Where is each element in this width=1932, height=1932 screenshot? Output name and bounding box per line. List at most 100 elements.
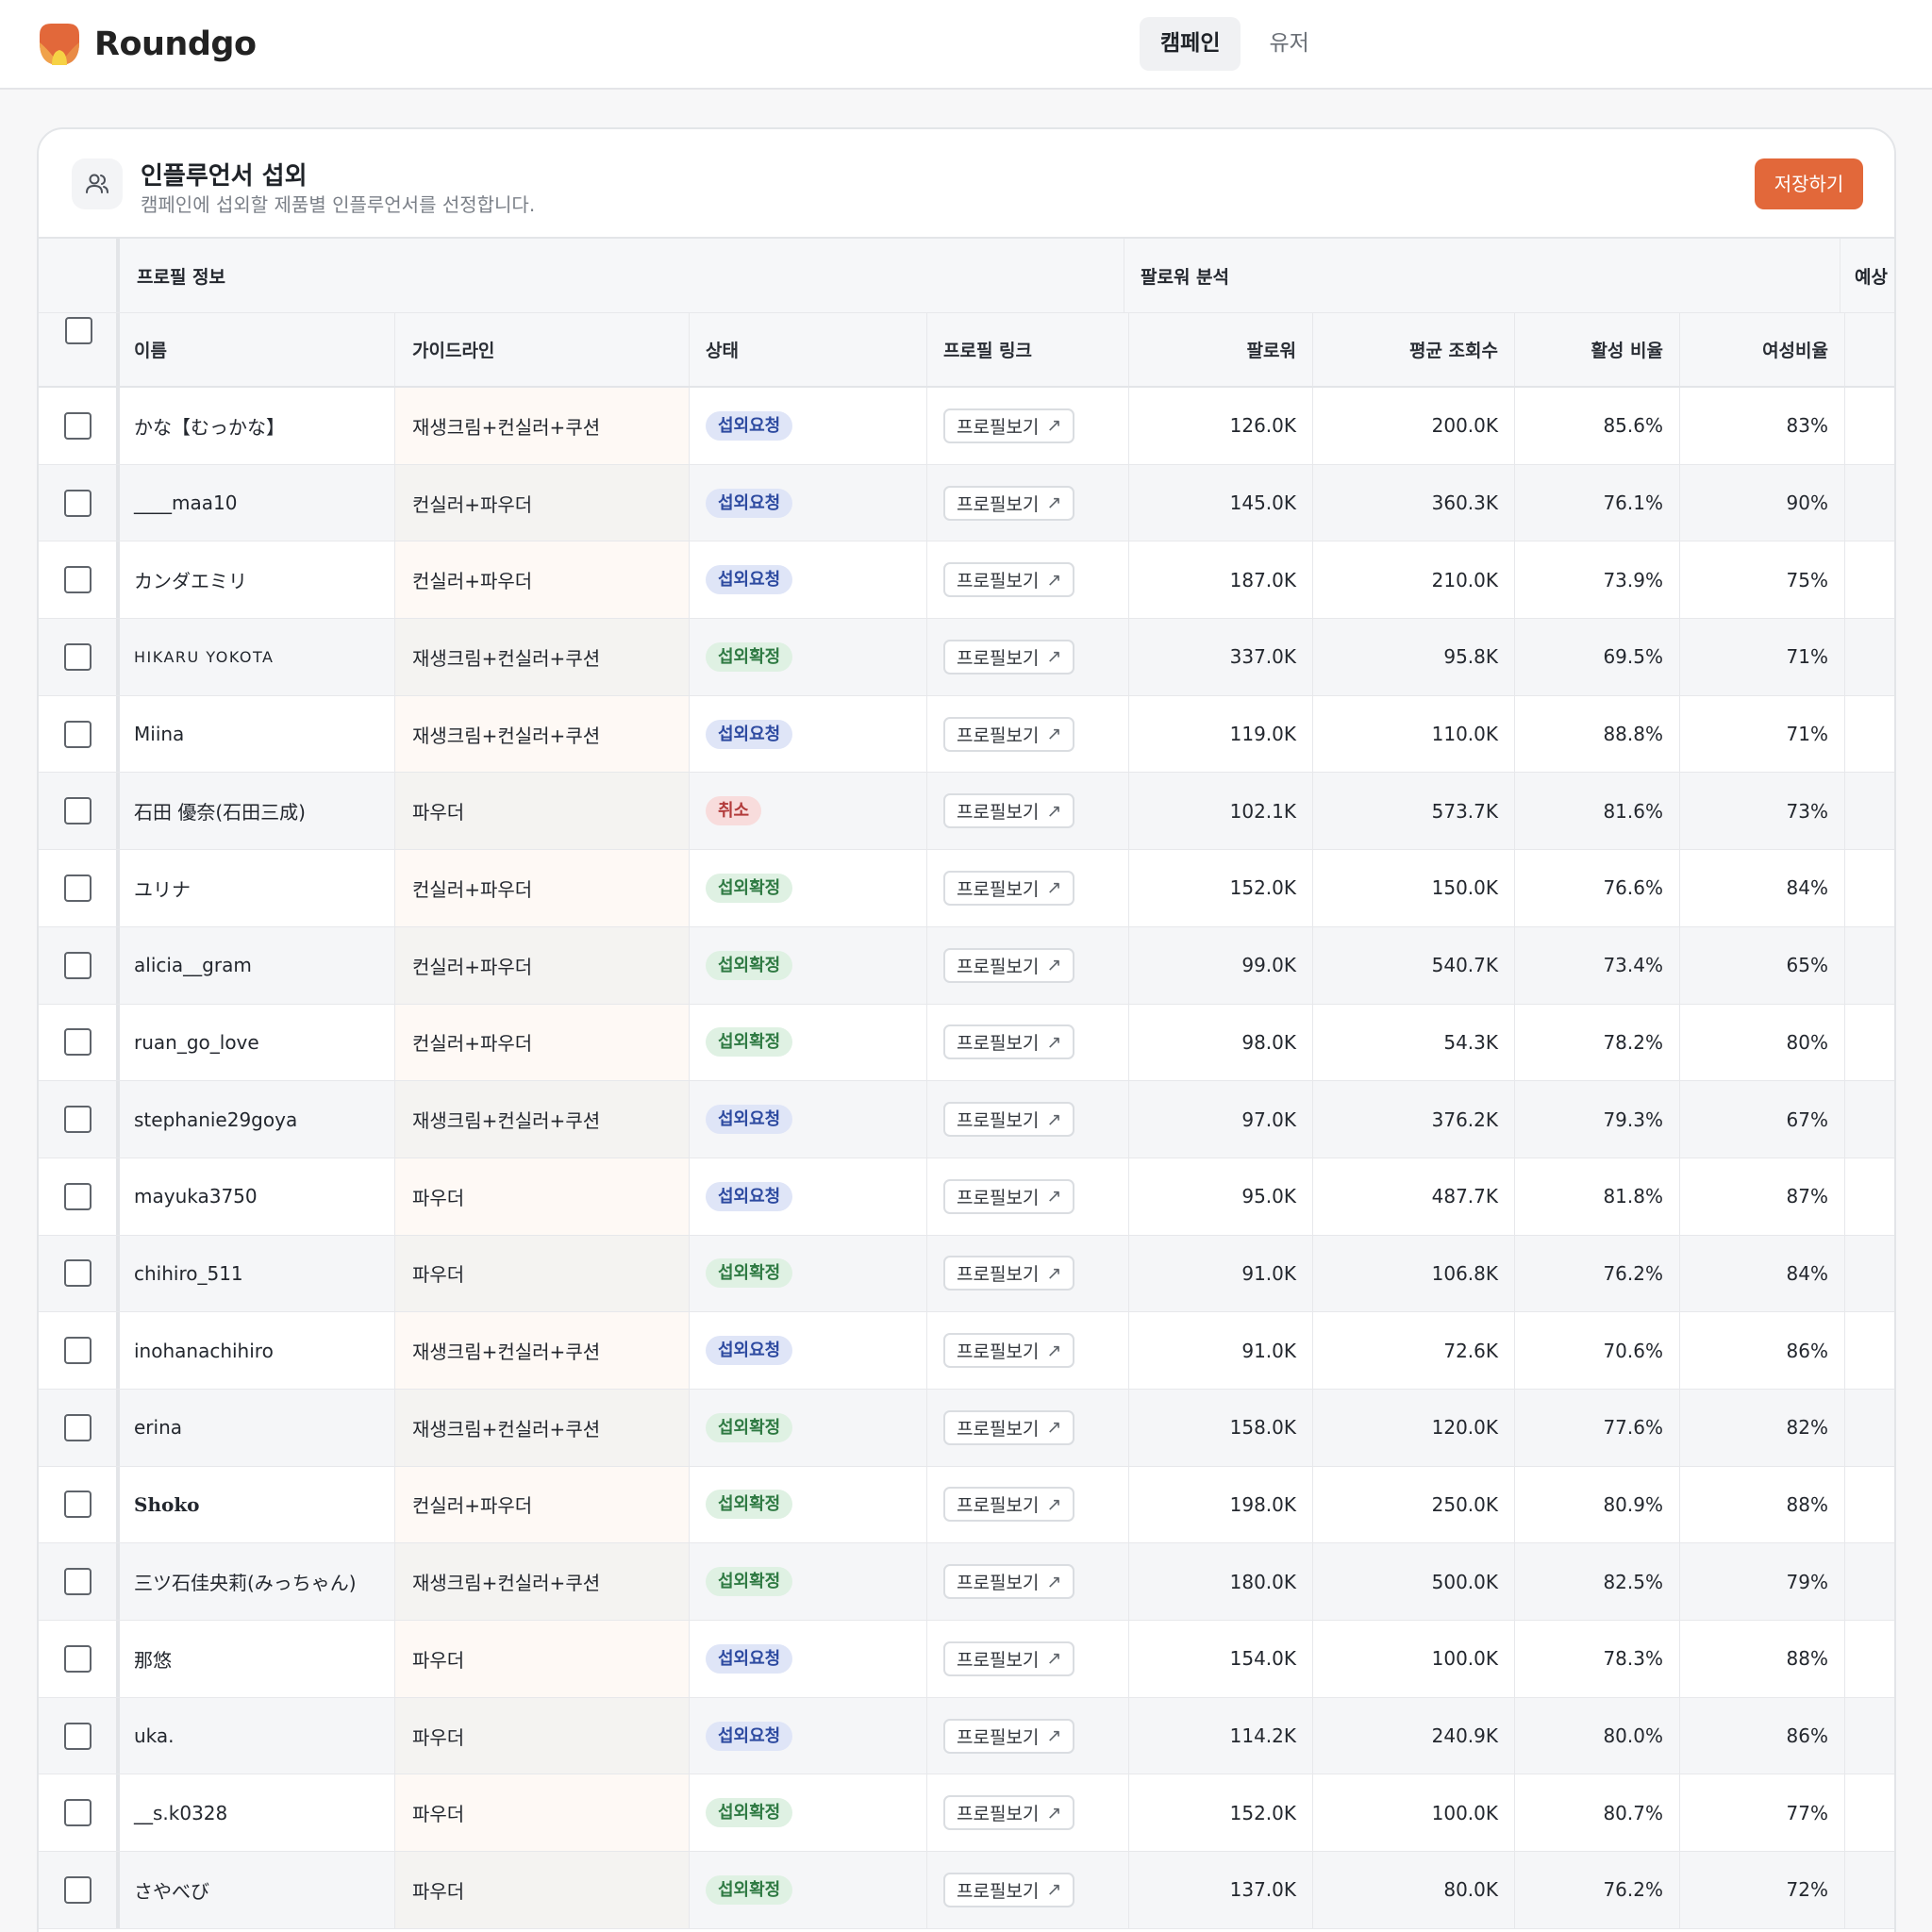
- profile-link-label: 프로필보기: [957, 1110, 1040, 1132]
- profile-link-button[interactable]: 프로필보기 ↗: [943, 1795, 1075, 1831]
- col-profile-link[interactable]: 프로필 링크: [927, 313, 1129, 386]
- row-check-cell: [39, 1466, 120, 1543]
- profile-link-button[interactable]: 프로필보기 ↗: [943, 485, 1075, 521]
- profile-link-button[interactable]: 프로필보기 ↗: [943, 716, 1075, 752]
- external-link-icon: ↗: [1046, 877, 1062, 899]
- top-bar: Roundgo 캠페인 유저: [0, 0, 1932, 90]
- influencer-name: さやべび: [120, 1852, 395, 1928]
- active-ratio-value: 80.0%: [1515, 1697, 1680, 1774]
- estimate-cell: [1845, 541, 1894, 618]
- row-checkbox[interactable]: [63, 1028, 92, 1057]
- row-checkbox[interactable]: [63, 1106, 92, 1134]
- status-cell: 섭외확정: [690, 619, 927, 695]
- avg-views-value: 540.7K: [1313, 926, 1515, 1004]
- row-checkbox[interactable]: [63, 642, 92, 671]
- col-name[interactable]: 이름: [120, 313, 395, 386]
- row-checkbox[interactable]: [63, 1568, 92, 1596]
- row-checkbox[interactable]: [63, 1875, 92, 1904]
- row-checkbox[interactable]: [63, 951, 92, 979]
- row-checkbox[interactable]: [63, 1722, 92, 1750]
- external-link-icon: ↗: [1046, 1725, 1062, 1747]
- row-checkbox[interactable]: [63, 874, 92, 902]
- row-check-cell: [39, 1697, 120, 1774]
- guideline-value: 재생크림+컨실러+쿠션: [395, 619, 690, 695]
- col-guideline[interactable]: 가이드라인: [395, 313, 690, 386]
- profile-link-button[interactable]: 프로필보기 ↗: [943, 1564, 1075, 1600]
- female-ratio-value: 72%: [1680, 1852, 1845, 1928]
- profile-link-label: 프로필보기: [957, 1033, 1040, 1055]
- col-followers[interactable]: 팔로워: [1129, 313, 1313, 386]
- profile-link-button[interactable]: 프로필보기 ↗: [943, 1256, 1075, 1291]
- guideline-value: 재생크림+컨실러+쿠션: [395, 1081, 690, 1158]
- status-cell: 취소: [690, 773, 927, 850]
- guideline-value: 컨실러+파우더: [395, 1004, 690, 1081]
- status-cell: 섭외요청: [690, 464, 927, 541]
- profile-link-button[interactable]: 프로필보기 ↗: [943, 1487, 1075, 1523]
- profile-link-button[interactable]: 프로필보기 ↗: [943, 793, 1075, 829]
- row-checkbox[interactable]: [63, 1182, 92, 1210]
- guideline-value: 재생크림+컨실러+쿠션: [395, 1389, 690, 1466]
- row-checkbox[interactable]: [63, 1259, 92, 1288]
- followers-value: 158.0K: [1129, 1389, 1313, 1466]
- col-female-ratio[interactable]: 여성비율: [1680, 313, 1845, 386]
- row-checkbox[interactable]: [63, 411, 92, 440]
- table-row: erina 재생크림+컨실러+쿠션 섭외확정 프로필보기 ↗ 158.0K 12…: [39, 1389, 1894, 1467]
- card-subtitle: 캠페인에 섭외할 제품별 인플루언서를 선정합니다.: [141, 193, 536, 216]
- select-all-checkbox[interactable]: [65, 317, 92, 344]
- profile-link-button[interactable]: 프로필보기 ↗: [943, 562, 1075, 598]
- tab-campaign[interactable]: 캠페인: [1140, 17, 1241, 71]
- row-checkbox[interactable]: [63, 1413, 92, 1441]
- col-status[interactable]: 상태: [690, 313, 927, 386]
- profile-link-button[interactable]: 프로필보기 ↗: [943, 408, 1075, 443]
- profile-link-button[interactable]: 프로필보기 ↗: [943, 1333, 1075, 1369]
- tab-users[interactable]: 유저: [1248, 17, 1329, 71]
- profile-link-cell: 프로필보기 ↗: [927, 926, 1129, 1004]
- profile-link-button[interactable]: 프로필보기 ↗: [943, 1872, 1075, 1907]
- row-check-cell: [39, 619, 120, 695]
- status-cell: 섭외요청: [690, 1312, 927, 1389]
- profile-link-button[interactable]: 프로필보기 ↗: [943, 1024, 1075, 1060]
- profile-link-button[interactable]: 프로필보기 ↗: [943, 1102, 1075, 1138]
- avg-views-value: 487.7K: [1313, 1158, 1515, 1235]
- guideline-value: 컨실러+파우더: [395, 464, 690, 541]
- estimate-cell: [1845, 1543, 1894, 1620]
- profile-link-label: 프로필보기: [957, 571, 1040, 592]
- profile-link-cell: 프로필보기 ↗: [927, 541, 1129, 619]
- save-button[interactable]: 저장하기: [1755, 158, 1863, 209]
- table-row: stephanie29goya 재생크림+컨실러+쿠션 섭외요청 프로필보기 ↗…: [39, 1081, 1894, 1158]
- influencer-name: chihiro_511: [120, 1235, 395, 1312]
- card-header: 인플루언서 섭외 캠페인에 섭외할 제품별 인플루언서를 선정합니다. 저장하기: [39, 129, 1894, 239]
- profile-link-button[interactable]: 프로필보기 ↗: [943, 1178, 1075, 1214]
- profile-link-button[interactable]: 프로필보기 ↗: [943, 1641, 1075, 1676]
- avg-views-value: 150.0K: [1313, 850, 1515, 926]
- status-badge: 취소: [706, 796, 762, 826]
- influencer-name: 那悠: [120, 1621, 395, 1697]
- row-checkbox[interactable]: [63, 566, 92, 594]
- profile-link-label: 프로필보기: [957, 956, 1040, 977]
- active-ratio-value: 76.2%: [1515, 1852, 1680, 1928]
- avg-views-value: 210.0K: [1313, 541, 1515, 619]
- row-checkbox[interactable]: [63, 1644, 92, 1673]
- row-checkbox[interactable]: [63, 489, 92, 517]
- profile-link-cell: 프로필보기 ↗: [927, 388, 1129, 464]
- col-avg-views[interactable]: 평균 조회수: [1313, 313, 1515, 386]
- select-all-cell: [39, 239, 120, 312]
- status-badge: 섭외요청: [706, 1181, 793, 1211]
- brand[interactable]: Roundgo: [36, 22, 257, 67]
- row-checkbox[interactable]: [63, 1337, 92, 1365]
- profile-link-button[interactable]: 프로필보기 ↗: [943, 870, 1075, 906]
- col-active-ratio[interactable]: 활성 비율: [1515, 313, 1680, 386]
- row-checkbox[interactable]: [63, 1491, 92, 1519]
- profile-link-button[interactable]: 프로필보기 ↗: [943, 947, 1075, 983]
- row-checkbox[interactable]: [63, 797, 92, 825]
- profile-link-button[interactable]: 프로필보기 ↗: [943, 639, 1075, 675]
- profile-link-button[interactable]: 프로필보기 ↗: [943, 1718, 1075, 1754]
- profile-link-label: 프로필보기: [957, 416, 1040, 438]
- profile-link-cell: 프로필보기 ↗: [927, 695, 1129, 773]
- table-row: ユリナ 컨실러+파우더 섭외확정 프로필보기 ↗ 152.0K 150.0K 7…: [39, 850, 1894, 927]
- row-checkbox[interactable]: [63, 1799, 92, 1827]
- profile-link-button[interactable]: 프로필보기 ↗: [943, 1409, 1075, 1445]
- active-ratio-value: 82.5%: [1515, 1543, 1680, 1620]
- active-ratio-value: 81.8%: [1515, 1158, 1680, 1235]
- row-checkbox[interactable]: [63, 720, 92, 748]
